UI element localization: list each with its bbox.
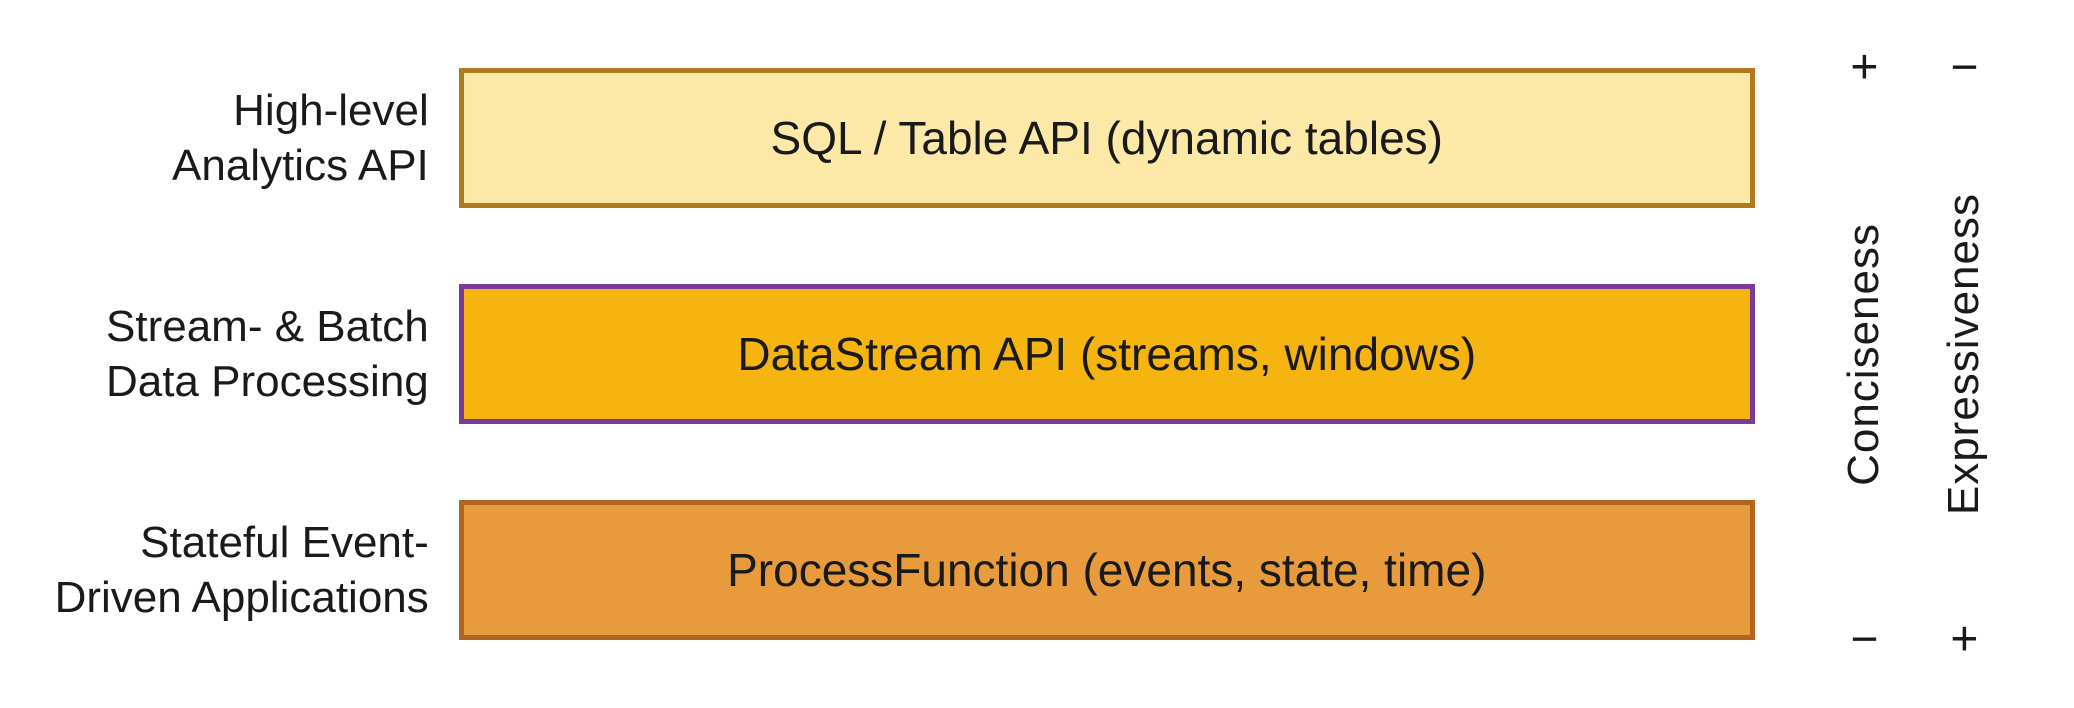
layers-column: SQL / Table API (dynamic tables) DataStr… [459, 30, 1755, 678]
axis-top-sign: − [1950, 44, 1978, 92]
label-line: Data Processing [106, 357, 429, 406]
axis-label: Conciseness [1839, 223, 1889, 486]
label-line: Driven Applications [55, 573, 429, 622]
axis-expressiveness: − Expressiveness + [1939, 44, 1989, 664]
axes-column: + Conciseness − − Expressiveness + [1755, 30, 2034, 678]
axis-top-sign: + [1850, 44, 1878, 92]
layer-processfunction: ProcessFunction (events, state, time) [459, 500, 1755, 640]
labels-column: High-level Analytics API Stream- & Batch… [40, 30, 459, 678]
layer-sql-table-api: SQL / Table API (dynamic tables) [459, 68, 1755, 208]
label-stateful-event: Stateful Event- Driven Applications [40, 515, 429, 625]
layer-text: ProcessFunction (events, state, time) [727, 543, 1486, 597]
diagram-container: High-level Analytics API Stream- & Batch… [0, 0, 2074, 708]
label-line: Stateful Event- [140, 518, 429, 567]
axis-bottom-sign: + [1950, 616, 1978, 664]
layer-text: DataStream API (streams, windows) [737, 327, 1476, 381]
axis-label: Expressiveness [1939, 193, 1989, 515]
layer-datastream-api: DataStream API (streams, windows) [459, 284, 1755, 424]
axis-conciseness: + Conciseness − [1839, 44, 1889, 664]
label-line: Analytics API [172, 141, 429, 190]
label-high-level-analytics: High-level Analytics API [40, 83, 429, 193]
label-stream-batch: Stream- & Batch Data Processing [40, 299, 429, 409]
label-line: Stream- & Batch [106, 302, 429, 351]
label-line: High-level [233, 86, 429, 135]
layer-text: SQL / Table API (dynamic tables) [771, 111, 1443, 165]
axis-bottom-sign: − [1850, 616, 1878, 664]
